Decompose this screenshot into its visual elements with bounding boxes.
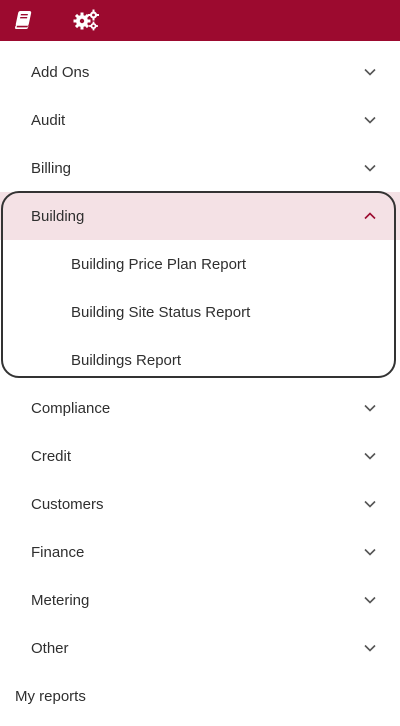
menu-item-label: Customers xyxy=(31,495,104,513)
submenu-item-buildings-report[interactable]: Buildings Report xyxy=(0,336,400,384)
submenu-item-label: Buildings Report xyxy=(71,351,182,369)
chevron-down-icon xyxy=(364,116,376,124)
menu-item-metering[interactable]: Metering xyxy=(0,576,400,624)
menu-item-billing[interactable]: Billing xyxy=(0,144,400,192)
my-reports-link[interactable]: My reports xyxy=(0,672,400,720)
chevron-down-icon xyxy=(364,452,376,460)
menu-item-customers[interactable]: Customers xyxy=(0,480,400,528)
top-toolbar xyxy=(0,0,400,41)
submenu-item-label: Building Site Status Report xyxy=(71,303,251,321)
menu-item-label: Metering xyxy=(31,591,90,609)
menu-item-finance[interactable]: Finance xyxy=(0,528,400,576)
chevron-up-icon xyxy=(364,212,376,220)
gears-icon[interactable] xyxy=(73,7,101,33)
chevron-down-icon xyxy=(364,500,376,508)
my-reports-label: My reports xyxy=(15,687,86,705)
chevron-down-icon xyxy=(364,644,376,652)
menu-item-label: Compliance xyxy=(31,399,111,417)
menu-item-label: Add Ons xyxy=(31,63,90,81)
menu-item-other[interactable]: Other xyxy=(0,624,400,672)
submenu-item-label: Building Price Plan Report xyxy=(71,255,247,273)
submenu-item-building-price-plan-report[interactable]: Building Price Plan Report xyxy=(0,240,400,288)
menu-item-label: Building xyxy=(31,207,85,225)
chevron-down-icon xyxy=(364,404,376,412)
menu-item-compliance[interactable]: Compliance xyxy=(0,384,400,432)
chevron-down-icon xyxy=(364,596,376,604)
menu-item-label: Audit xyxy=(31,111,66,129)
chevron-down-icon xyxy=(364,68,376,76)
menu-item-label: Finance xyxy=(31,543,85,561)
menu-item-label: Credit xyxy=(31,447,72,465)
chevron-down-icon xyxy=(364,164,376,172)
menu-item-label: Other xyxy=(31,639,69,657)
menu-item-credit[interactable]: Credit xyxy=(0,432,400,480)
menu-item-audit[interactable]: Audit xyxy=(0,96,400,144)
menu-item-add-ons[interactable]: Add Ons xyxy=(0,48,400,96)
chevron-down-icon xyxy=(364,548,376,556)
menu-item-label: Billing xyxy=(31,159,72,177)
book-icon[interactable] xyxy=(9,7,37,33)
menu-item-building[interactable]: Building xyxy=(0,192,400,240)
submenu-item-building-site-status-report[interactable]: Building Site Status Report xyxy=(0,288,400,336)
